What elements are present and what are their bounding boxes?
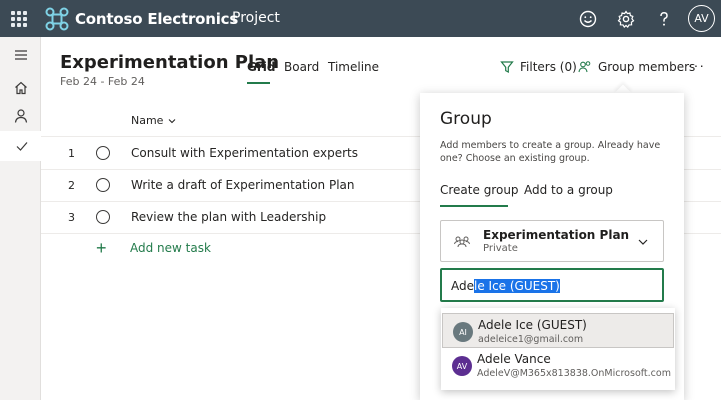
brand-name: Contoso Electronics: [75, 10, 239, 28]
tab-timeline[interactable]: Timeline: [328, 60, 379, 74]
chevron-down-icon: [169, 118, 176, 123]
filters-button[interactable]: Filters (0): [500, 60, 577, 74]
avatar: AV: [452, 356, 472, 376]
autocomplete-selection: le Ice (GUEST): [474, 279, 560, 293]
selected-group-name: Experimentation Plan: [483, 228, 630, 242]
task-name[interactable]: Review the plan with Leadership: [131, 210, 326, 224]
add-new-task-button[interactable]: Add new task: [130, 241, 211, 255]
task-complete-checkbox[interactable]: [96, 178, 110, 192]
add-icon[interactable]: +: [96, 239, 107, 257]
tab-grid[interactable]: Grid: [247, 60, 275, 74]
avatar: AI: [453, 322, 473, 342]
typed-text: Ade: [451, 279, 474, 293]
suggestion-email: adeleice1@gmail.com: [478, 334, 584, 345]
active-tab-indicator: [247, 82, 270, 84]
plan-dates: Feb 24 - Feb 24: [60, 75, 145, 88]
selected-group-privacy: Private: [483, 243, 518, 254]
row-number: 3: [68, 211, 75, 224]
filter-icon: [500, 61, 514, 74]
tab-add-to-group[interactable]: Add to a group: [524, 183, 613, 197]
smiley-icon[interactable]: [578, 9, 598, 29]
group-icon: [454, 236, 470, 248]
row-number: 2: [68, 179, 75, 192]
group-members-label: Group members: [598, 60, 696, 74]
top-bar: Contoso Electronics Project AV: [0, 0, 721, 37]
row-number: 1: [68, 147, 75, 160]
member-search-value: Adele Ice (GUEST): [451, 279, 560, 293]
left-rail: [0, 37, 41, 400]
task-name[interactable]: Consult with Experimentation experts: [131, 146, 358, 160]
more-options-button[interactable]: ···: [688, 57, 705, 73]
group-dropdown[interactable]: Experimentation Plan Private: [440, 220, 664, 262]
member-search-input[interactable]: Adele Ice (GUEST): [440, 268, 664, 302]
suggestion-email: AdeleV@M365x813838.OnMicrosoft.com: [477, 368, 671, 379]
panel-description: Add members to create a group. Already h…: [440, 140, 661, 164]
task-complete-checkbox[interactable]: [96, 210, 110, 224]
column-header-label: Name: [131, 114, 164, 127]
menu-icon[interactable]: [0, 40, 41, 70]
filters-label: Filters (0): [520, 60, 577, 74]
home-icon[interactable]: [0, 73, 41, 103]
settings-icon[interactable]: [616, 9, 636, 29]
person-icon[interactable]: [0, 101, 41, 131]
help-icon[interactable]: [654, 9, 674, 29]
chevron-down-icon: [638, 239, 648, 245]
suggestion-name: Adele Ice (GUEST): [478, 318, 587, 332]
panel-title: Group: [440, 109, 492, 129]
tab-create-group[interactable]: Create group: [440, 183, 519, 197]
task-complete-checkbox[interactable]: [96, 146, 110, 160]
member-suggestions: AI Adele Ice (GUEST) adeleice1@gmail.com…: [441, 308, 675, 390]
group-members-button[interactable]: Group members: [578, 60, 695, 74]
waffle-icon[interactable]: [11, 11, 27, 27]
suggestion-item[interactable]: AV Adele Vance AdeleV@M365x813838.OnMicr…: [442, 348, 674, 383]
tab-board[interactable]: Board: [284, 60, 319, 74]
task-name[interactable]: Write a draft of Experimentation Plan: [131, 178, 355, 192]
app-name: Project: [232, 10, 280, 26]
suggestion-item[interactable]: AI Adele Ice (GUEST) adeleice1@gmail.com: [442, 313, 674, 348]
user-avatar[interactable]: AV: [688, 5, 715, 32]
group-members-icon: [578, 61, 591, 73]
column-header-name[interactable]: Name: [131, 114, 177, 127]
active-panel-tab-indicator: [440, 205, 508, 207]
suggestion-name: Adele Vance: [477, 352, 551, 366]
check-icon[interactable]: [0, 131, 41, 161]
contoso-logo-icon: [45, 7, 69, 31]
